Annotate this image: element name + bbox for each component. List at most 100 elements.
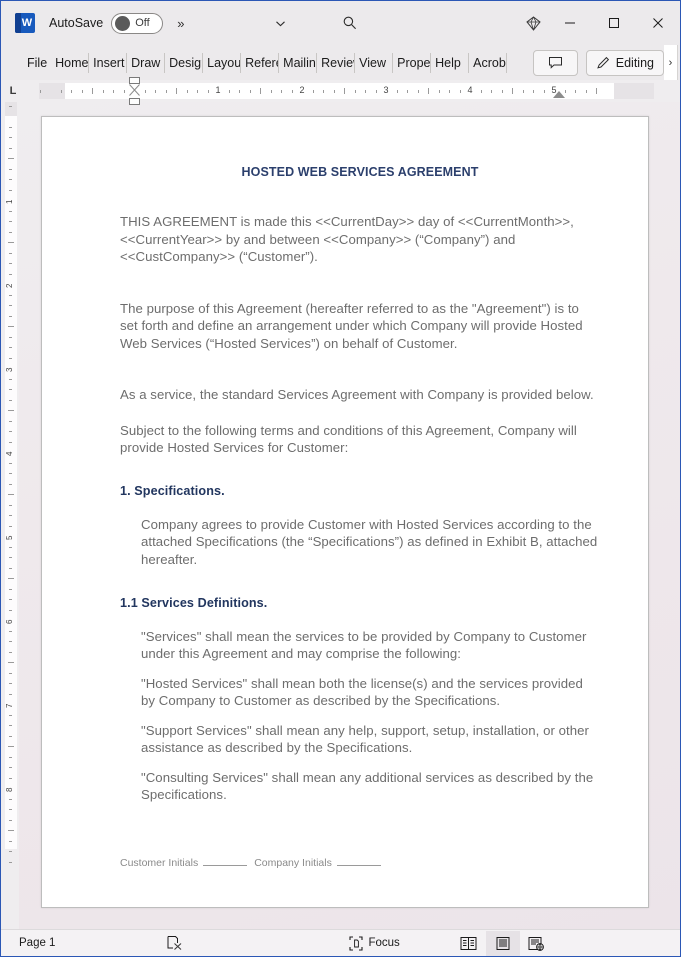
ruler-tick <box>438 90 440 93</box>
comments-button[interactable] <box>532 49 578 76</box>
initials-footer: Customer Initials Company Initials <box>120 857 388 869</box>
autosave-toggle[interactable]: Off <box>111 12 164 34</box>
ruler-tick <box>270 90 272 93</box>
search-icon[interactable] <box>335 9 365 37</box>
ruler-tick <box>375 90 377 93</box>
print-layout-icon[interactable] <box>485 930 520 956</box>
ruler-tick <box>501 90 503 93</box>
vertical-ruler-tick <box>9 483 12 485</box>
document-page-1[interactable]: HOSTED WEB SERVICES AGREEMENT THIS AGREE… <box>41 116 649 908</box>
ruler-tick <box>239 90 240 93</box>
ruler-tick <box>165 90 167 93</box>
vertical-ruler-tick <box>9 599 12 600</box>
tab-acrobat[interactable]: Acrobat <box>469 51 508 75</box>
focus-icon <box>349 935 364 951</box>
vertical-ruler-tick <box>9 305 12 306</box>
web-layout-icon[interactable] <box>520 931 554 956</box>
vertical-ruler-tick <box>9 672 12 674</box>
vertical-ruler-tick <box>9 273 12 275</box>
definition-services: "Services" shall mean the services to be… <box>141 628 587 662</box>
tab-design-label: Design <box>169 55 203 70</box>
right-indent-marker[interactable] <box>553 91 565 98</box>
proofing-errors-button[interactable] <box>158 930 191 957</box>
vertical-ruler-tick <box>9 189 12 191</box>
diamond-icon[interactable] <box>518 9 548 37</box>
tab-design[interactable]: Design <box>165 51 204 75</box>
ruler-tick <box>459 90 461 93</box>
tab-properties[interactable]: Properties <box>393 51 432 75</box>
quick-access-more-button[interactable]: » <box>177 16 184 31</box>
ruler-tick <box>365 90 366 93</box>
first-line-indent-marker[interactable] <box>129 77 140 84</box>
tab-help-label: Help <box>435 55 461 70</box>
chevron-down-icon[interactable] <box>265 9 295 37</box>
ruler-tick <box>123 90 125 93</box>
tab-review-label: Review <box>321 55 355 70</box>
right-margin-zone <box>614 83 654 99</box>
ruler-tick <box>39 90 41 93</box>
vertical-ruler-tick <box>9 147 12 149</box>
ruler-tick <box>291 90 293 93</box>
ruler-tick <box>354 90 356 93</box>
vertical-ruler-number: 1 <box>5 199 14 204</box>
document-canvas[interactable]: HOSTED WEB SERVICES AGREEMENT THIS AGREE… <box>19 102 680 929</box>
tab-help[interactable]: Help <box>431 51 470 75</box>
ruler-number: 2 <box>299 85 305 95</box>
vertical-ruler-tick <box>9 357 12 359</box>
read-mode-icon[interactable] <box>452 931 486 956</box>
vertical-ruler[interactable]: 1 2 3 4 5 6 7 8 <box>1 102 19 929</box>
ribbon-right-group: Editing › <box>525 45 680 80</box>
vertical-ruler-number: 2 <box>5 283 14 288</box>
page-number-status[interactable]: Page 1 <box>11 930 63 957</box>
document-text-body[interactable]: HOSTED WEB SERVICES AGREEMENT THIS AGREE… <box>42 117 648 907</box>
vertical-ruler-tick <box>9 714 12 716</box>
tab-references[interactable]: References <box>241 51 280 75</box>
vertical-ruler-tick <box>9 315 12 317</box>
vertical-ruler-tick <box>9 462 12 464</box>
editing-mode-button[interactable]: Editing <box>585 49 664 76</box>
customer-initials-line[interactable] <box>203 865 248 866</box>
ribbon-overflow-button[interactable]: › <box>664 45 678 80</box>
ruler-number: 3 <box>383 85 389 95</box>
tab-layout[interactable]: Layout <box>203 51 242 75</box>
tab-review[interactable]: Review <box>317 51 356 75</box>
focus-mode-button[interactable]: Focus <box>341 930 407 957</box>
tab-insert[interactable]: Insert <box>89 51 128 75</box>
vertical-ruler-tick <box>9 179 12 180</box>
tab-stop-selector[interactable]: L <box>1 85 25 97</box>
ruler-tick <box>417 90 419 93</box>
horizontal-ruler[interactable]: L 12345 <box>1 77 680 105</box>
definition-support-services: "Support Services" shall mean any help, … <box>141 722 589 756</box>
tab-properties-label: Properties <box>397 55 431 70</box>
vertical-ruler-tick <box>9 861 12 863</box>
document-title: HOSTED WEB SERVICES AGREEMENT <box>241 165 479 179</box>
vertical-ruler-tick <box>9 504 12 506</box>
vertical-ruler-tick <box>8 158 14 159</box>
vertical-ruler-tick <box>9 252 12 254</box>
tab-view[interactable]: View <box>355 51 394 75</box>
maximize-icon[interactable] <box>592 1 636 45</box>
horizontal-ruler-track[interactable]: 12345 <box>25 77 654 105</box>
vertical-ruler-number: 6 <box>5 619 14 624</box>
vertical-ruler-tick <box>9 347 12 348</box>
vertical-ruler-tick <box>9 441 12 443</box>
tab-home[interactable]: Home <box>51 51 90 75</box>
customer-initials-label: Customer Initials <box>120 857 199 869</box>
vertical-ruler-tick <box>9 431 12 432</box>
vertical-ruler-tick <box>9 378 12 380</box>
minimize-icon[interactable] <box>548 1 592 45</box>
close-icon[interactable] <box>636 1 680 45</box>
ruler-tick <box>260 88 261 94</box>
ruler-tick <box>428 88 429 94</box>
tab-mailings[interactable]: Mailings <box>279 51 318 75</box>
tab-file[interactable]: File <box>23 51 51 75</box>
vertical-ruler-tick <box>9 798 12 800</box>
company-initials-line[interactable] <box>336 865 381 866</box>
vertical-ruler-tick <box>9 137 12 138</box>
autosave-toggle-knob <box>115 15 131 31</box>
tab-draw[interactable]: Draw <box>127 51 166 75</box>
